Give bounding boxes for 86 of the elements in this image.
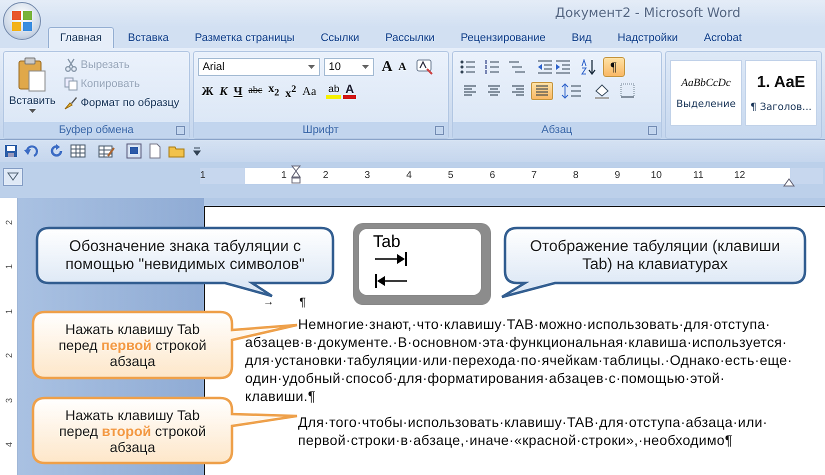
ruler-number: 1 [4,264,14,270]
decrease-indent-icon[interactable] [536,59,553,75]
scissors-icon [64,58,78,72]
ruler-number: 11 [693,170,704,182]
sort-icon[interactable] [578,59,597,75]
ribbon-tab[interactable]: Рассылки [373,27,447,48]
ribbon-tab[interactable]: Надстройки [606,27,690,48]
style-option[interactable]: AaBbCcDc Выделение [670,60,742,126]
paste-button[interactable]: Вставить [7,55,58,119]
ribbon-tab[interactable]: Вставка [116,27,181,48]
ruler-number: 7 [531,170,537,182]
grow-font-button[interactable]: A [380,59,394,75]
key-label: Tab [373,233,400,251]
paragraph: Немногие·знают,·что·клавишу·TAB·можно·использовать·для·отступа·абзацев·в·документе.·В·основном·эта·функциональная·клавиша·используется·для·установки·табуляции·или·перехода·по·ячейкам·таблицы.·Однако·есть·еще·один·удобный·способ·для·форматирования·абзацев·с·помощью·этой·клавиши.¶ [245,315,794,405]
ruler-number: 4 [406,170,412,182]
dropdown-arrow-icon [362,65,369,69]
font-size-field[interactable]: 10 [324,58,374,76]
ruler-toggle-button[interactable] [3,168,23,186]
copy-icon [64,77,78,91]
group-label: Абзац [541,124,572,136]
dropdown-arrow-icon [308,65,315,69]
tab-mark: → [263,296,274,308]
indent-marker-icon[interactable] [291,165,301,185]
window-title: Документ2 - Microsoft Word [555,6,740,20]
format-button[interactable]: Aa [300,83,318,99]
font-name-field[interactable]: Arial [198,58,320,76]
format-button[interactable]: abc [246,83,264,99]
format-button[interactable]: К [217,83,230,99]
format-button[interactable]: x$_{2}$ [266,80,282,102]
clipboard-icon [17,57,48,93]
ruler-number: 10 [650,170,662,182]
align-right-icon [510,85,525,97]
format-button[interactable]: x$^{2}$ [283,82,298,100]
font-color-button[interactable]: A [343,83,356,99]
increase-indent-icon[interactable] [554,59,571,75]
paragraph: Для·того·чтобы·использовать·клавишу·TAB·для·отступа·абзаца·или·первой·строки·в·абзаце,·иначе·«красной·строки»,·необходимо¶ [297,413,769,449]
callout-text: Отображение табуляции (клавиши Tab) на клавиатурах [528,238,782,274]
ruler-number: 12 [734,170,746,182]
show-marks-button[interactable]: ¶ [602,57,625,77]
align-button[interactable] [530,82,553,100]
ruler-number: 1 [200,170,206,182]
paragraph-mark: ¶ [299,295,306,309]
tab-arrows-icon [373,251,409,289]
caret-icon [28,109,36,113]
callout-text: Обозначение знака табуляции с помощью "невидимых символов" [64,238,306,274]
format-button[interactable]: Ж [200,83,216,99]
redo-icon[interactable] [50,144,64,158]
ruler-number: 5 [448,170,454,182]
ruler-number: 3 [4,398,14,403]
customize-arrow-icon[interactable] [192,146,202,156]
tab-stop-icon [7,172,19,182]
ribbon-tab[interactable]: Ссылки [308,27,372,48]
ruler-number: 8 [572,170,578,182]
group-label: Шрифт [302,124,339,136]
ribbon-tab[interactable]: Главная [48,27,114,48]
callout-text: Нажать клавишу Tab перед второй строкой абзаца [58,406,207,454]
ruler-number: 3 [364,170,370,182]
clear-formatting-icon[interactable] [416,59,434,75]
group-label: Буфер обмена [58,124,134,136]
ruler-number: 2 [4,220,14,225]
ribbon-tab[interactable]: Разметка страницы [182,27,307,48]
vertical-ruler[interactable]: 2 1 1 2 3 4 [0,198,18,475]
style-option[interactable]: 1. AaE ¶ Заголов... [745,60,817,126]
highlight-button[interactable]: ab [326,84,342,98]
align-left-icon [462,85,477,97]
ruler-number: 2 [322,170,328,182]
ribbon-tab[interactable]: Рецензирование [448,27,558,48]
ruler-number: 1 [4,308,14,314]
shrink-font-button[interactable]: A [396,59,408,75]
new-document-icon[interactable] [148,143,162,159]
ruler-number: 9 [614,170,620,182]
align-center-icon [486,85,501,97]
ruler-number: 2 [4,353,14,358]
clipboard-command[interactable]: Формат по образцу [62,95,182,111]
office-logo-icon [9,8,35,34]
ruler-number: 1 [281,170,287,182]
align-justify-icon [534,85,549,97]
paintbrush-icon [64,96,78,110]
callout-text: Нажать клавишу Tab перед первой строкой абзаца [58,321,208,369]
save-icon[interactable] [4,144,18,158]
ruler-number: 6 [490,170,496,182]
ruler-number: 4 [4,442,14,448]
right-indent-marker-icon[interactable] [783,178,795,187]
ribbon-tab[interactable]: Вид [560,27,604,48]
format-button[interactable]: Ч [232,83,244,99]
ribbon-tab[interactable]: Acrobat [692,27,754,48]
